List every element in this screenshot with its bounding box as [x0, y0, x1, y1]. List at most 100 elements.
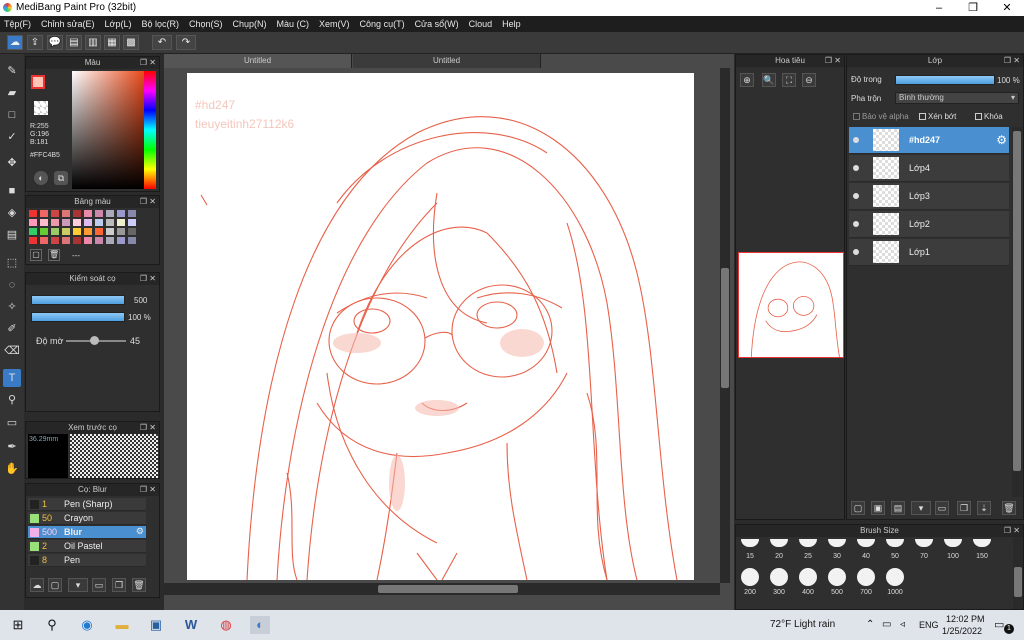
windows-start-icon[interactable]: ⊞ [8, 616, 28, 634]
lock-checkbox[interactable]: Khóa [975, 112, 1003, 121]
color-swatch[interactable] [40, 237, 48, 244]
color-swatch[interactable] [51, 210, 59, 217]
volume-icon[interactable]: ◃ [900, 619, 905, 630]
primary-color-swatch[interactable] [31, 75, 45, 89]
brush-size-slider[interactable] [31, 295, 125, 305]
popout-icon[interactable]: ❐ [140, 196, 147, 208]
word-icon[interactable]: W [181, 616, 201, 634]
color-swatch[interactable] [73, 219, 81, 226]
brush-item-selected[interactable]: 500 Blur ⚙ [28, 526, 146, 539]
brush-size-option[interactable] [828, 568, 846, 586]
color-swatch[interactable] [40, 210, 48, 217]
color-swatch[interactable] [117, 219, 125, 226]
brush-size-option[interactable] [828, 539, 846, 547]
color-swatch[interactable] [84, 228, 92, 235]
new-layer-icon[interactable]: ▢ [851, 501, 865, 515]
edge-icon[interactable]: ◉ [77, 616, 97, 634]
close-icon[interactable]: ✕ [149, 273, 156, 285]
menu-layer[interactable]: Lớp(L) [105, 19, 132, 29]
chat-icon[interactable]: 💬 [47, 35, 63, 50]
color-swatch[interactable] [117, 237, 125, 244]
new-palette-icon[interactable]: ▢ [30, 249, 42, 261]
grid-icon[interactable]: ▦ [104, 35, 120, 50]
brush-item[interactable]: 1 Pen (Sharp) [28, 498, 146, 511]
popout-icon[interactable]: ❐ [140, 273, 147, 285]
color-swatch[interactable] [95, 228, 103, 235]
color-swatch[interactable] [84, 219, 92, 226]
weather-widget[interactable]: 72°F Light rain [770, 619, 835, 630]
menu-filter[interactable]: Bộ lọc(R) [141, 19, 179, 29]
menu-edit[interactable]: Chỉnh sửa(E) [41, 19, 95, 29]
blend-mode-select[interactable]: Bình thường ▾ [895, 92, 1019, 104]
text-tool-icon[interactable]: T [3, 369, 21, 387]
duplicate-layer-icon[interactable]: ❐ [957, 501, 971, 515]
color-swatch[interactable] [29, 210, 37, 217]
color-swatch[interactable] [62, 228, 70, 235]
menu-snap[interactable]: Chụp(N) [233, 19, 267, 29]
close-button[interactable]: ✕ [990, 0, 1024, 16]
lasso-tool-icon[interactable]: ◌ [3, 276, 21, 294]
page-icon[interactable]: ▥ [85, 35, 101, 50]
brush-settings-icon[interactable]: ⚙ [136, 526, 144, 537]
divide-tool-icon[interactable]: ▭ [3, 414, 21, 432]
menu-help[interactable]: Help [502, 19, 521, 29]
color-swatch[interactable] [73, 237, 81, 244]
select-pen-icon[interactable]: ✐ [3, 320, 21, 338]
operation-tool-icon[interactable]: ⚲ [3, 391, 21, 409]
minimize-button[interactable]: – [922, 0, 956, 16]
menu-tools[interactable]: Công cụ(T) [360, 19, 405, 29]
brush-opacity-slider[interactable] [31, 312, 125, 322]
visibility-icon[interactable] [853, 137, 859, 143]
color-swatch[interactable] [128, 228, 136, 235]
menu-window[interactable]: Cửa sổ(W) [415, 19, 459, 29]
color-swatch[interactable] [51, 219, 59, 226]
color-swatch[interactable] [29, 219, 37, 226]
zoom-in-icon[interactable]: ⊕ [740, 73, 754, 87]
brush-folder-icon[interactable]: ▭ [92, 578, 106, 592]
color-swatch[interactable] [51, 228, 59, 235]
palette-swatches[interactable] [29, 210, 141, 244]
color-swatch[interactable] [95, 210, 103, 217]
popout-icon[interactable]: ❐ [140, 422, 147, 434]
brush-size-option[interactable] [741, 539, 759, 547]
visibility-icon[interactable] [853, 165, 859, 171]
delete-brush-icon[interactable]: 🗑 [132, 578, 146, 592]
brush-item[interactable]: 2 Oil Pastel [28, 540, 146, 553]
brush-size-option[interactable] [770, 568, 788, 586]
color-swatch[interactable] [106, 228, 114, 235]
color-swatch[interactable] [62, 219, 70, 226]
menu-file[interactable]: Tệp(F) [4, 19, 31, 29]
saturation-value-picker[interactable] [72, 71, 144, 189]
brush-size-scrollbar[interactable] [1013, 537, 1023, 609]
layer-scrollbar[interactable] [1012, 127, 1022, 497]
color-swatch[interactable] [128, 219, 136, 226]
brush-size-option[interactable] [857, 539, 875, 547]
clipping-checkbox[interactable]: Xén bớt [919, 112, 956, 121]
clock-date[interactable]: 1/25/2022 [942, 626, 982, 636]
layer-settings-icon[interactable]: ⚙ [996, 133, 1007, 147]
gradient-tool-icon[interactable]: ▤ [3, 226, 21, 244]
popout-icon[interactable]: ❐ [1004, 525, 1011, 537]
popout-icon[interactable]: ❐ [825, 55, 832, 67]
menu-view[interactable]: Xem(V) [319, 19, 350, 29]
visibility-icon[interactable] [853, 221, 859, 227]
hue-slider[interactable] [144, 71, 156, 189]
tab-untitled-1[interactable]: Untitled [164, 54, 352, 68]
color-swatch[interactable] [29, 228, 37, 235]
eyedropper-icon[interactable]: ✒ [3, 438, 21, 456]
search-icon[interactable]: ⚲ [42, 616, 62, 634]
new-halftone-layer-icon[interactable]: ▣ [871, 501, 885, 515]
network-icon[interactable]: ▭ [882, 619, 891, 630]
delete-palette-icon[interactable]: 🗑 [48, 249, 60, 261]
brush-item[interactable]: 50 Crayon [28, 512, 146, 525]
chrome-icon[interactable]: ◍ [216, 616, 236, 634]
comic-panel-icon[interactable]: ▩ [123, 35, 139, 50]
layer-item-hd247[interactable]: #hd247 ⚙ [849, 127, 1009, 154]
drawing-canvas[interactable]: #hd247 tieuyeitinh27112k6 [187, 73, 694, 580]
new-8bit-layer-icon[interactable]: ▤ [891, 501, 905, 515]
brush-size-option[interactable] [770, 539, 788, 547]
clock-time[interactable]: 12:02 PM [946, 614, 985, 624]
language-indicator[interactable]: ENG [919, 620, 939, 630]
select-eraser-icon[interactable]: ⌫ [3, 342, 21, 360]
navigator-thumbnail[interactable] [738, 252, 844, 358]
